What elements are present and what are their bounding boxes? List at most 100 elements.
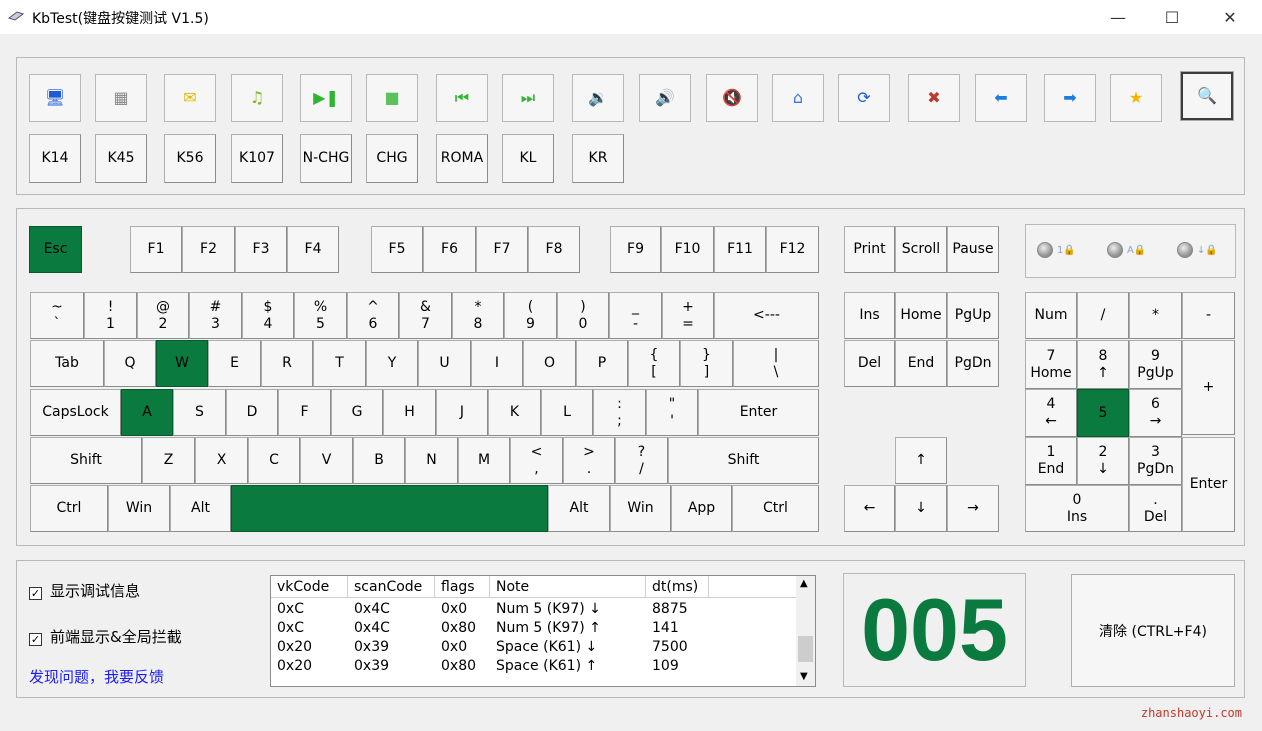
key-end[interactable]: End — [895, 340, 947, 387]
key-nmul[interactable]: * — [1129, 292, 1182, 339]
key-print[interactable]: Print — [844, 226, 895, 273]
key-rwin[interactable]: Win — [610, 485, 671, 532]
key-nadd[interactable]: + — [1182, 340, 1235, 435]
mute-button[interactable]: 🔇 — [706, 74, 758, 122]
play-pause-button[interactable]: ▶❚ — [300, 74, 352, 122]
close-button[interactable]: ✕ — [1207, 0, 1253, 34]
event-log-table[interactable]: vkCode scanCode flags Note dt(ms) 0xC 0x4C 0x0… — [270, 575, 816, 687]
key-d4[interactable]: $4 — [242, 292, 294, 339]
key-r[interactable]: R — [261, 340, 313, 387]
key-n5[interactable]: 5 — [1077, 389, 1129, 437]
column-header-0[interactable]: vkCode — [271, 576, 348, 598]
volume-up-button[interactable]: 🔊 — [639, 74, 691, 122]
key-d[interactable]: D — [226, 389, 278, 436]
checkbox-checked-icon[interactable]: ✓ — [29, 633, 42, 646]
key-scroll[interactable]: Scroll — [895, 226, 947, 273]
key-i[interactable]: I — [471, 340, 523, 387]
key-n1[interactable]: 1 End — [1025, 437, 1077, 485]
key-f5[interactable]: F5 — [371, 226, 423, 273]
key-f4[interactable]: F4 — [287, 226, 339, 273]
column-header-2[interactable]: flags — [435, 576, 490, 598]
special-key-roma[interactable]: ROMA — [436, 134, 488, 183]
key-lctrl[interactable]: Ctrl — [30, 485, 108, 532]
checkbox-checked-icon[interactable]: ✓ — [29, 587, 42, 600]
key-f1[interactable]: F1 — [130, 226, 182, 273]
key-pgup[interactable]: PgUp — [947, 292, 999, 339]
log-scrollbar[interactable]: ▲ ▼ — [796, 576, 815, 686]
key-f6[interactable]: F6 — [423, 226, 476, 273]
special-key-kr[interactable]: KR — [572, 134, 624, 183]
key-n2[interactable]: 2 ↓ — [1077, 437, 1129, 485]
key-o[interactable]: O — [523, 340, 576, 387]
key-nsub[interactable]: - — [1182, 292, 1235, 339]
maximize-button[interactable]: ☐ — [1149, 0, 1195, 34]
key-s[interactable]: S — [173, 389, 226, 436]
key-d8[interactable]: * 8 — [452, 292, 504, 339]
key-d6[interactable]: ^ 6 — [347, 292, 399, 339]
key-slash[interactable]: ? / — [615, 437, 668, 484]
key-d2[interactable]: @2 — [137, 292, 189, 339]
key-f12[interactable]: F12 — [766, 226, 819, 273]
key-down[interactable]: ↓ — [895, 485, 947, 532]
key-semi[interactable]: :; — [593, 389, 646, 436]
key-num[interactable]: Num — [1025, 292, 1077, 339]
column-header-1[interactable]: scanCode — [348, 576, 435, 598]
special-key-k56[interactable]: K56 — [164, 134, 216, 183]
search-magnifier-button[interactable]: 🔍 — [1180, 71, 1234, 121]
key-right[interactable]: → — [947, 485, 999, 532]
key-g[interactable]: G — [331, 389, 383, 436]
key-app[interactable]: App — [671, 485, 732, 532]
key-d5[interactable]: % 5 — [294, 292, 347, 339]
key-d0[interactable]: ) 0 — [557, 292, 609, 339]
key-m[interactable]: M — [458, 437, 510, 484]
key-left[interactable]: ← — [844, 485, 895, 532]
key-dot[interactable]: >. — [563, 437, 615, 484]
key-minus[interactable]: _ - — [609, 292, 662, 339]
key-del[interactable]: Del — [844, 340, 895, 387]
key-f2[interactable]: F2 — [182, 226, 235, 273]
special-key-n-chg[interactable]: N-CHG — [300, 134, 352, 183]
key-b[interactable]: B — [353, 437, 405, 484]
key-ralt[interactable]: Alt — [548, 485, 610, 532]
key-a[interactable]: A — [121, 389, 173, 436]
key-v[interactable]: V — [300, 437, 353, 484]
key-z[interactable]: Z — [142, 437, 195, 484]
key-f10[interactable]: F10 — [661, 226, 714, 273]
forward-button[interactable]: ➡ — [1044, 74, 1096, 122]
key-lwin[interactable]: Win — [108, 485, 170, 532]
key-n4[interactable]: 4 ← — [1025, 389, 1077, 437]
mail-button[interactable]: ✉ — [164, 74, 216, 122]
special-key-chg[interactable]: CHG — [366, 134, 418, 183]
key-f7[interactable]: F7 — [476, 226, 528, 273]
key-comma[interactable]: <, — [510, 437, 563, 484]
special-key-kl[interactable]: KL — [502, 134, 554, 183]
key-t[interactable]: T — [313, 340, 366, 387]
key-f11[interactable]: F11 — [714, 226, 766, 273]
key-pgdn[interactable]: PgDn — [947, 340, 999, 387]
column-header-3[interactable]: Note — [490, 576, 646, 598]
debug-info-option[interactable]: ✓ 显示调试信息 — [29, 580, 140, 601]
favorites-star-button[interactable]: ★ — [1110, 74, 1162, 122]
front-capture-option[interactable]: ✓ 前端显示&全局拦截 — [29, 626, 182, 647]
refresh-button[interactable]: ⟳ — [838, 74, 890, 122]
key-f8[interactable]: F8 — [528, 226, 580, 273]
key-f3[interactable]: F3 — [235, 226, 287, 273]
column-header-4[interactable]: dt(ms) — [646, 576, 709, 598]
feedback-link[interactable]: 发现问题，我要反馈 — [29, 666, 164, 687]
key-d7[interactable]: & 7 — [399, 292, 452, 339]
key-ins[interactable]: Ins — [844, 292, 895, 339]
key-f9[interactable]: F9 — [610, 226, 661, 273]
key-y[interactable]: Y — [366, 340, 418, 387]
key-back[interactable]: <--- — [714, 292, 819, 339]
key-esc[interactable]: Esc — [29, 226, 82, 273]
key-enter[interactable]: Enter — [698, 389, 819, 436]
key-rshift[interactable]: Shift — [668, 437, 819, 484]
music-button[interactable]: ♫ — [231, 74, 283, 122]
key-n0[interactable]: 0 Ins — [1025, 485, 1129, 532]
calculator-button[interactable]: ▦ — [95, 74, 147, 122]
key-quote[interactable]: " ' — [646, 389, 698, 436]
key-nenter[interactable]: Enter — [1182, 437, 1235, 532]
my-computer-button[interactable]: 🖥 — [29, 74, 81, 122]
key-bsl[interactable]: | \ — [733, 340, 819, 387]
key-tab[interactable]: Tab — [30, 340, 104, 387]
